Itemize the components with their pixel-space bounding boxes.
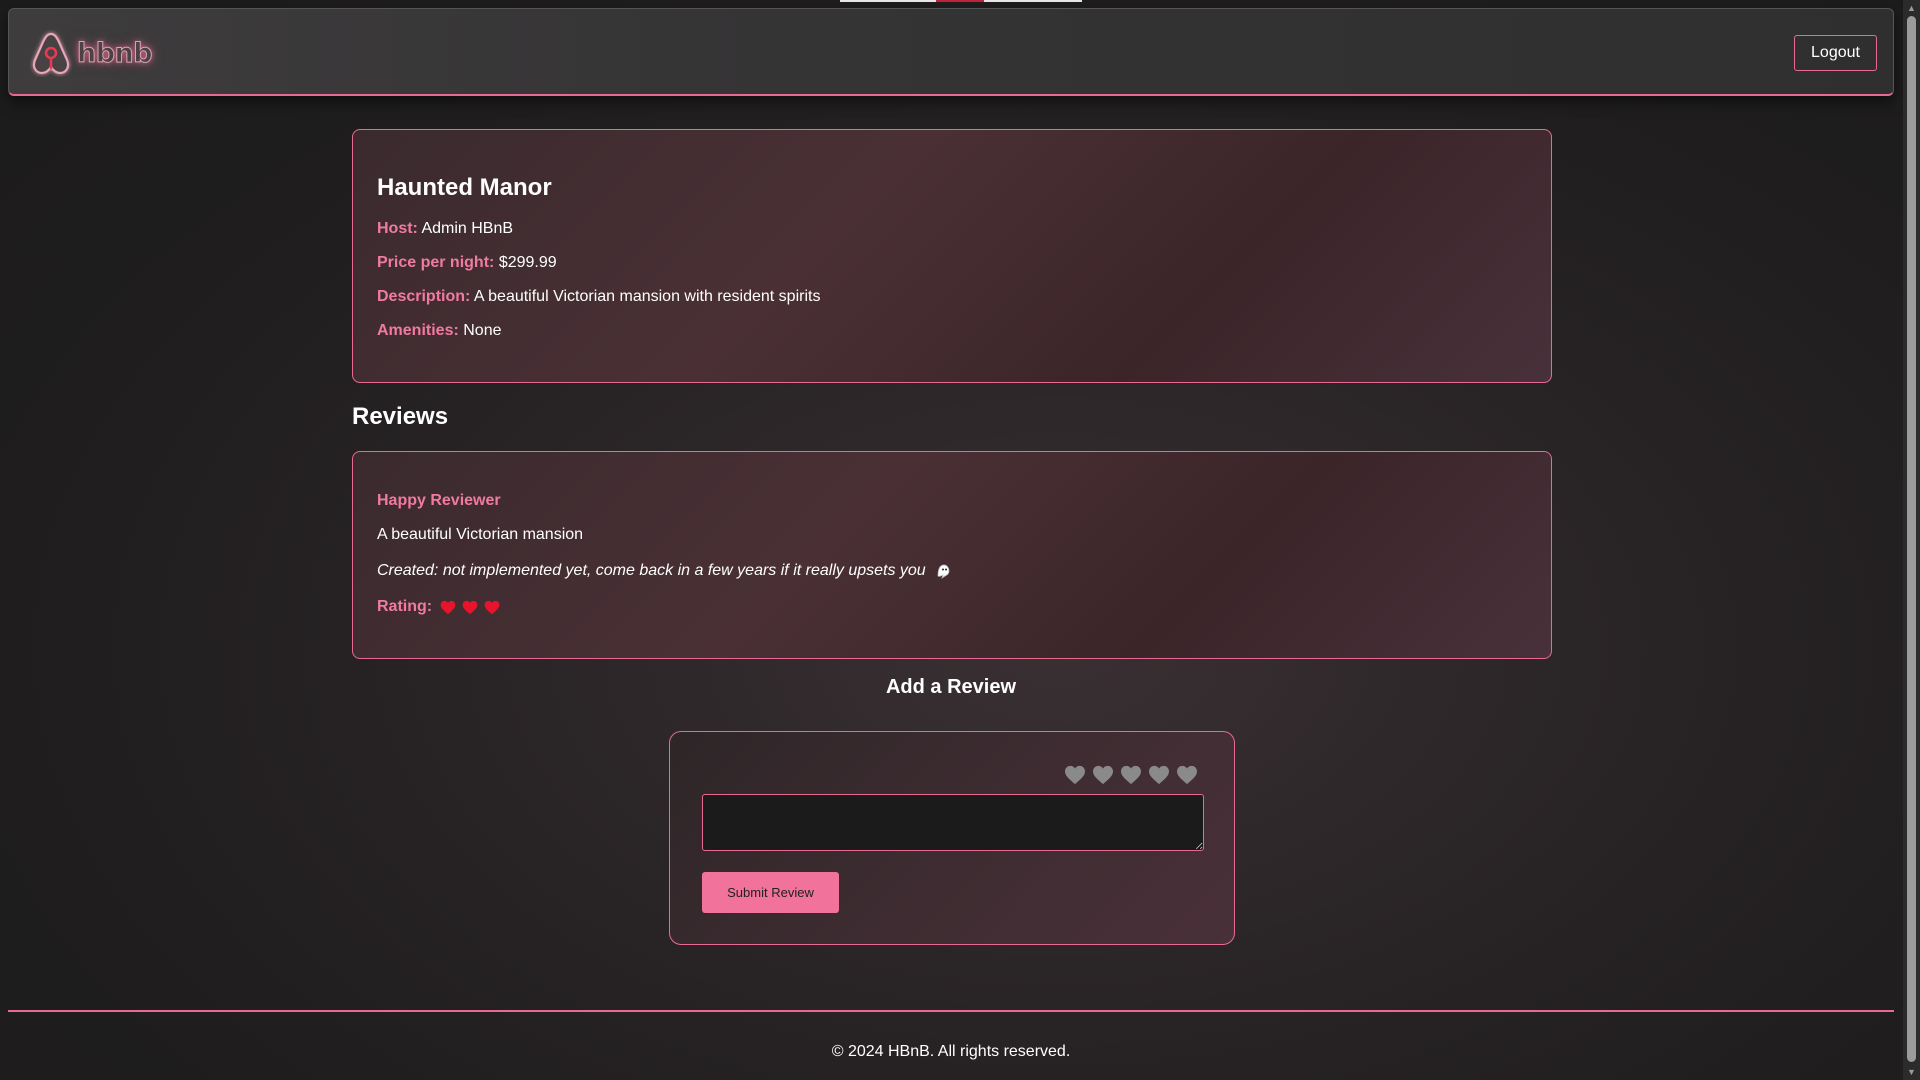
amenities-label: Amenities: — [377, 322, 459, 339]
review-rating: Rating: — [377, 598, 1527, 616]
place-description: Description: A beautiful Victorian mansi… — [377, 288, 1527, 306]
airbnb-logo-icon — [32, 32, 70, 75]
heart-filled-icon — [462, 600, 478, 614]
logo[interactable]: hbnb — [29, 27, 153, 79]
place-price: Price per night: $299.99 — [377, 254, 1527, 272]
review-created-text: Created: not implemented yet, come back … — [377, 562, 926, 579]
add-review-form: Submit Review — [669, 731, 1235, 945]
heart-filled-icon — [440, 600, 456, 614]
place-host: Host: Admin HBnB — [377, 220, 1527, 238]
review-text: A beautiful Victorian mansion — [377, 526, 584, 543]
footer-copyright: © 2024 HBnB. All rights reserved. — [831, 1043, 1071, 1060]
rating-heart-4-icon[interactable] — [1148, 765, 1170, 785]
footer-divider — [8, 1010, 1894, 1012]
description-value: A beautiful Victorian mansion with resid… — [473, 288, 821, 305]
rating-heart-5-icon[interactable] — [1176, 765, 1198, 785]
description-label: Description: — [377, 288, 471, 305]
submit-review-button[interactable]: Submit Review — [702, 872, 839, 913]
scroll-down-arrow-icon[interactable]: ▼ — [1903, 1064, 1920, 1080]
rating-label: Rating: — [377, 598, 433, 615]
browser-top-strip — [840, 0, 1082, 2]
vertical-scrollbar[interactable]: ▲ ▼ — [1903, 0, 1920, 1080]
scrollbar-thumb[interactable] — [1907, 16, 1916, 1062]
add-review-heading: Add a Review — [885, 676, 1017, 698]
rating-heart-1-icon[interactable] — [1064, 765, 1086, 785]
place-title: Haunted Manor — [377, 174, 552, 201]
reviews-heading: Reviews — [352, 403, 449, 430]
review-created: Created: not implemented yet, come back … — [377, 562, 1527, 580]
host-value: Admin HBnB — [421, 220, 514, 237]
rating-heart-3-icon[interactable] — [1120, 765, 1142, 785]
place-details-card: Haunted Manor Host: Admin HBnB Price per… — [352, 129, 1552, 383]
logout-button[interactable]: Logout — [1794, 35, 1877, 71]
rating-hearts — [440, 600, 500, 615]
heart-filled-icon — [484, 600, 500, 614]
price-value: $299.99 — [498, 254, 557, 271]
reviewer-name: Happy Reviewer — [377, 492, 501, 509]
place-amenities: Amenities: None — [377, 322, 1527, 340]
review-card: Happy Reviewer A beautiful Victorian man… — [352, 451, 1552, 659]
rating-selector[interactable] — [1064, 765, 1198, 785]
ghost-icon — [937, 564, 950, 579]
price-label: Price per night: — [377, 254, 495, 271]
rating-heart-2-icon[interactable] — [1092, 765, 1114, 785]
logo-text: hbnb — [76, 37, 153, 69]
site-header: hbnb Logout — [8, 8, 1894, 96]
amenities-value: None — [463, 322, 502, 339]
host-label: Host: — [377, 220, 418, 237]
scroll-up-arrow-icon[interactable]: ▲ — [1903, 0, 1920, 16]
review-text-input[interactable] — [702, 794, 1204, 851]
